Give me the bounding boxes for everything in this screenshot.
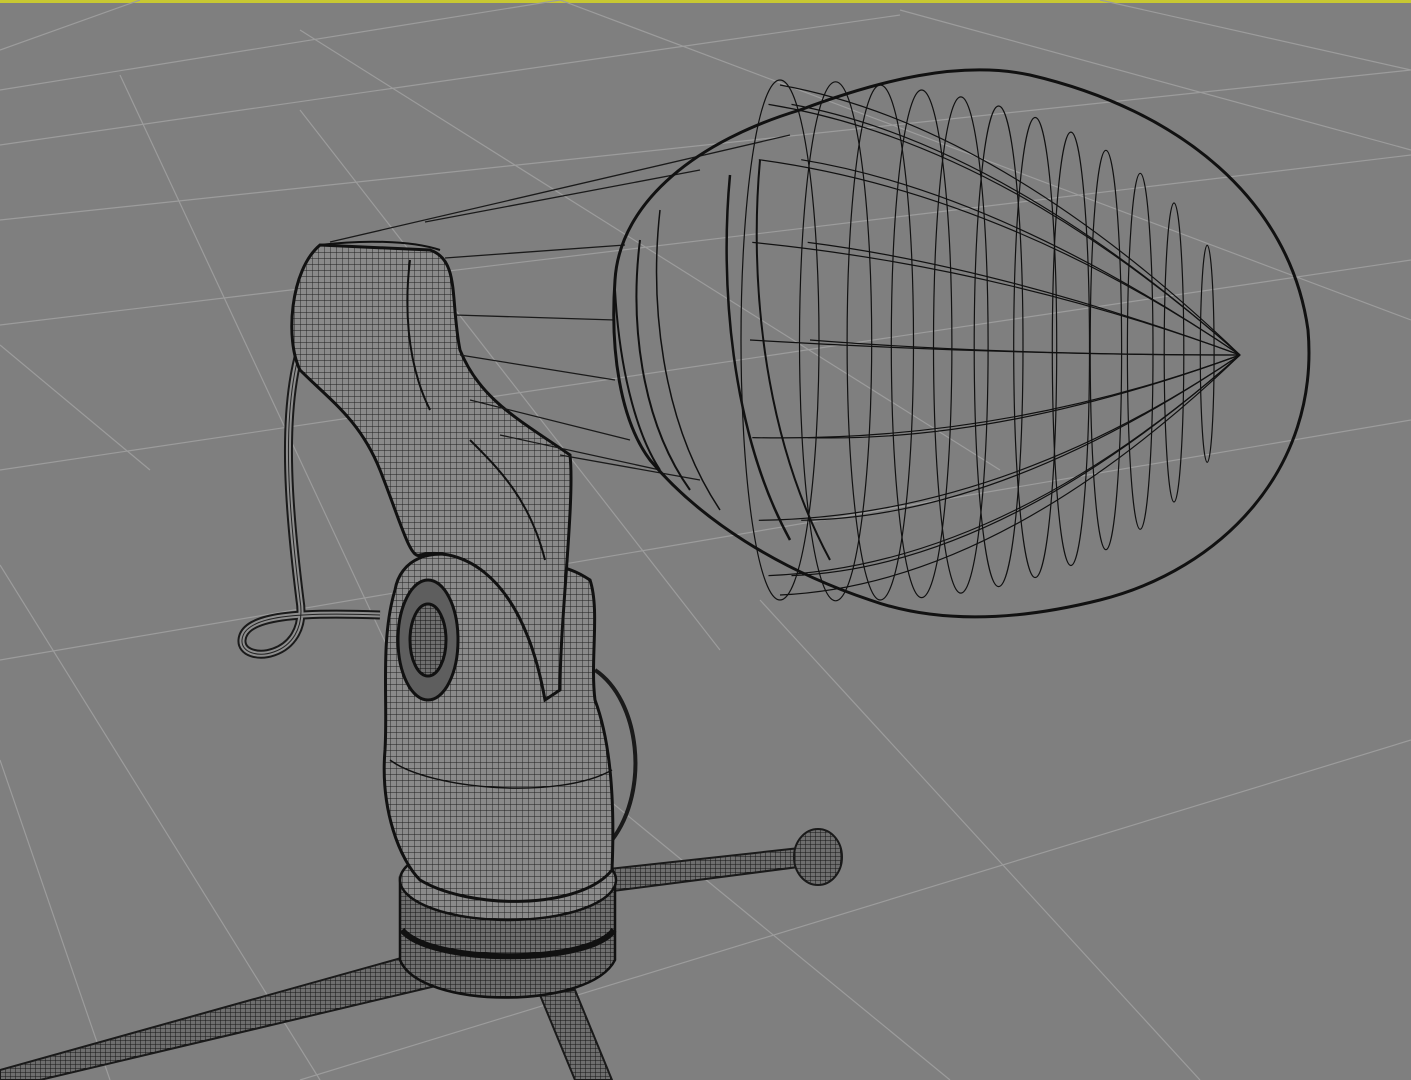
head-meridian bbox=[809, 339, 1241, 356]
head-ring bbox=[1126, 172, 1154, 530]
head-ring bbox=[1163, 202, 1185, 503]
scene-canvas[interactable] bbox=[0, 0, 1411, 1080]
head-meridian bbox=[779, 84, 1241, 356]
head-ring bbox=[890, 89, 953, 599]
3d-viewport[interactable] bbox=[0, 0, 1411, 1080]
head-meridian bbox=[768, 354, 1241, 577]
ground-grid bbox=[0, 0, 1411, 1080]
head-meridian bbox=[752, 354, 1241, 439]
head-ring bbox=[1013, 116, 1058, 579]
head-ring bbox=[1051, 131, 1091, 567]
head-ring bbox=[1199, 244, 1215, 463]
head-meridian bbox=[807, 241, 1241, 356]
head-meridian bbox=[758, 159, 1241, 356]
stand-clip bbox=[382, 552, 615, 903]
head-ring bbox=[1089, 149, 1123, 551]
head-ring bbox=[973, 105, 1024, 588]
